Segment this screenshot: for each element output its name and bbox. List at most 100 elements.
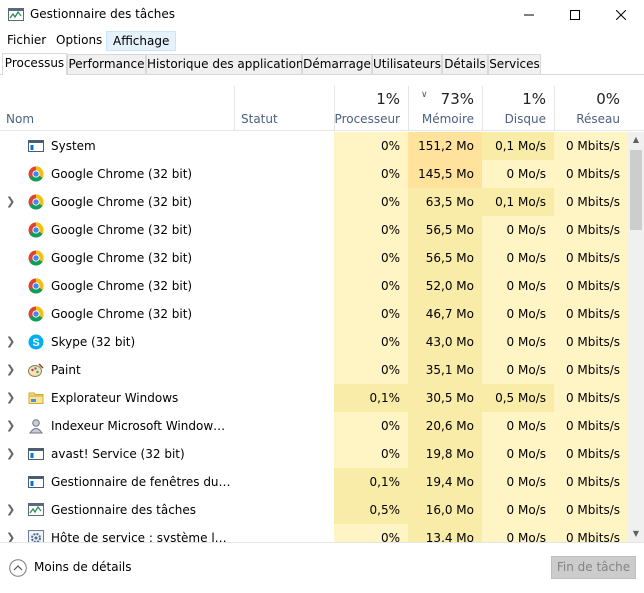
maximize-button[interactable] <box>552 0 598 30</box>
process-status <box>240 412 334 440</box>
process-network: 0 Mbits/s <box>554 356 628 384</box>
footer-bar: Moins de détails Fin de tâche <box>0 542 644 593</box>
process-row[interactable]: ❯ avast! Service (32 bit) 0% 19,8 Mo 0 Mo/s 0… <box>0 440 628 468</box>
column-header-cpu[interactable]: 1% Processeur <box>334 86 408 131</box>
process-network: 0 Mbits/s <box>554 468 628 496</box>
column-header-status[interactable]: Statut <box>234 86 334 131</box>
process-network: 0 Mbits/s <box>554 132 628 160</box>
process-name: Google Chrome (32 bit) <box>51 307 193 321</box>
process-status <box>240 524 334 542</box>
process-disk: 0 Mo/s <box>482 300 554 328</box>
process-network: 0 Mbits/s <box>554 496 628 524</box>
expand-chevron-icon[interactable]: ❯ <box>6 328 18 356</box>
tab-details[interactable]: Détails <box>442 54 488 74</box>
process-network: 0 Mbits/s <box>554 440 628 468</box>
process-disk: 0 Mo/s <box>482 440 554 468</box>
column-label-disk: Disque <box>504 112 546 126</box>
service-window-icon <box>28 446 44 462</box>
task-manager-icon <box>8 8 24 21</box>
process-row[interactable]: Google Chrome (32 bit) 0% 56,5 Mo 0 Mo/s 0 M… <box>0 244 628 272</box>
expand-chevron-icon[interactable]: ❯ <box>6 188 18 216</box>
process-name: Hôte de service : système local (... <box>51 531 231 542</box>
process-row[interactable]: Google Chrome (32 bit) 0% 56,5 Mo 0 Mo/s 0 M… <box>0 216 628 244</box>
chrome-icon <box>28 278 44 294</box>
tab-processes[interactable]: Processus <box>2 53 67 75</box>
cpu-total-percent: 1% <box>376 90 400 108</box>
expand-chevron-icon[interactable]: ❯ <box>6 412 18 440</box>
tab-startup[interactable]: Démarrage <box>302 54 372 74</box>
process-row[interactable]: ❯ Explorateur Windows 0,1% 30,5 Mo 0,5 Mo/s 0… <box>0 384 628 412</box>
chrome-icon <box>28 306 44 322</box>
process-cpu: 0% <box>334 216 408 244</box>
close-button[interactable] <box>598 0 644 30</box>
expand-chevron-icon[interactable]: ❯ <box>6 496 18 524</box>
process-row[interactable]: Google Chrome (32 bit) 0% 52,0 Mo 0 Mo/s 0 M… <box>0 272 628 300</box>
menu-bar: Fichier Options Affichage <box>0 31 644 51</box>
menu-options[interactable]: Options <box>50 31 108 51</box>
process-network: 0 Mbits/s <box>554 384 628 412</box>
process-cpu: 0,1% <box>334 468 408 496</box>
process-row[interactable]: ❯ Hôte de service : système local (... 0%1… <box>0 524 628 542</box>
process-disk: 0 Mo/s <box>482 524 554 542</box>
column-header-row: Nom Statut 1% Processeur ∨ 73% Mémoire 1… <box>0 86 644 131</box>
process-status <box>240 356 334 384</box>
scroll-down-arrow-icon[interactable]: ▼ <box>628 526 644 542</box>
process-row[interactable]: ❯ Indexeur Microsoft Windows Se... 0% 20,6 … <box>0 412 628 440</box>
process-row[interactable]: Gestionnaire de fenêtres du Bur... 0,1%19… <box>0 468 628 496</box>
process-status <box>240 216 334 244</box>
process-row[interactable]: ❯ Google Chrome (32 bit) 0% 63,5 Mo 0,1 Mo/s… <box>0 188 628 216</box>
process-memory: 46,7 Mo <box>408 300 482 328</box>
chrome-icon <box>28 250 44 266</box>
minimize-button[interactable] <box>506 0 552 30</box>
expand-chevron-icon[interactable]: ❯ <box>6 524 18 542</box>
process-cpu: 0% <box>334 300 408 328</box>
process-name: System <box>51 139 96 153</box>
process-network: 0 Mbits/s <box>554 412 628 440</box>
expand-chevron-icon[interactable]: ❯ <box>6 356 18 384</box>
process-row[interactable]: System 0% 151,2 Mo 0,1 Mo/s 0 Mbits/s <box>0 132 628 160</box>
scroll-up-arrow-icon[interactable]: ▲ <box>628 132 644 148</box>
column-header-memory[interactable]: ∨ 73% Mémoire <box>408 86 482 131</box>
process-status <box>240 440 334 468</box>
chrome-icon <box>28 166 44 182</box>
tab-users[interactable]: Utilisateurs <box>372 54 442 74</box>
process-memory: 43,0 Mo <box>408 328 482 356</box>
tab-app-history[interactable]: Historique des applications <box>146 54 310 74</box>
process-cpu: 0% <box>334 272 408 300</box>
process-name: Google Chrome (32 bit) <box>51 251 193 265</box>
scroll-thumb[interactable] <box>630 150 642 230</box>
end-task-button[interactable]: Fin de tâche <box>551 556 636 579</box>
process-name: Google Chrome (32 bit) <box>51 223 193 237</box>
process-network: 0 Mbits/s <box>554 328 628 356</box>
process-status <box>240 272 334 300</box>
process-name: avast! Service (32 bit) <box>51 447 185 461</box>
tab-performance[interactable]: Performance <box>67 54 146 74</box>
process-network: 0 Mbits/s <box>554 272 628 300</box>
process-cpu: 0% <box>334 132 408 160</box>
process-memory: 63,5 Mo <box>408 188 482 216</box>
column-header-disk[interactable]: 1% Disque <box>482 86 554 131</box>
process-memory: 16,0 Mo <box>408 496 482 524</box>
process-row[interactable]: Google Chrome (32 bit) 0% 46,7 Mo 0 Mo/s 0 M… <box>0 300 628 328</box>
process-row[interactable]: ❯ Paint 0% 35,1 Mo 0 Mo/s 0 Mbits/s <box>0 356 628 384</box>
column-label-cpu: Processeur <box>334 112 400 126</box>
column-header-name[interactable]: Nom <box>0 86 234 131</box>
process-memory: 35,1 Mo <box>408 356 482 384</box>
expand-chevron-icon[interactable]: ❯ <box>6 440 18 468</box>
process-cpu: 0% <box>334 524 408 542</box>
disk-total-percent: 1% <box>522 90 546 108</box>
process-row[interactable]: Google Chrome (32 bit) 0% 145,5 Mo 0 Mo/s 0 … <box>0 160 628 188</box>
process-status <box>240 468 334 496</box>
column-label-name: Nom <box>6 112 35 126</box>
process-status <box>240 160 334 188</box>
process-disk: 0 Mo/s <box>482 468 554 496</box>
tab-services[interactable]: Services <box>488 54 541 74</box>
menu-view[interactable]: Affichage <box>106 31 177 51</box>
process-cpu: 0,5% <box>334 496 408 524</box>
vertical-scrollbar[interactable]: ▲ ▼ <box>628 132 644 542</box>
process-row[interactable]: ❯ S Skype (32 bit) 0% 43,0 Mo 0 Mo/s 0 Mbits/s <box>0 328 628 356</box>
column-header-network[interactable]: 0% Réseau <box>554 86 628 131</box>
process-row[interactable]: ❯ Gestionnaire des tâches 0,5% 16,0 Mo 0 Mo/… <box>0 496 628 524</box>
menu-file[interactable]: Fichier <box>1 31 52 51</box>
expand-chevron-icon[interactable]: ❯ <box>6 384 18 412</box>
